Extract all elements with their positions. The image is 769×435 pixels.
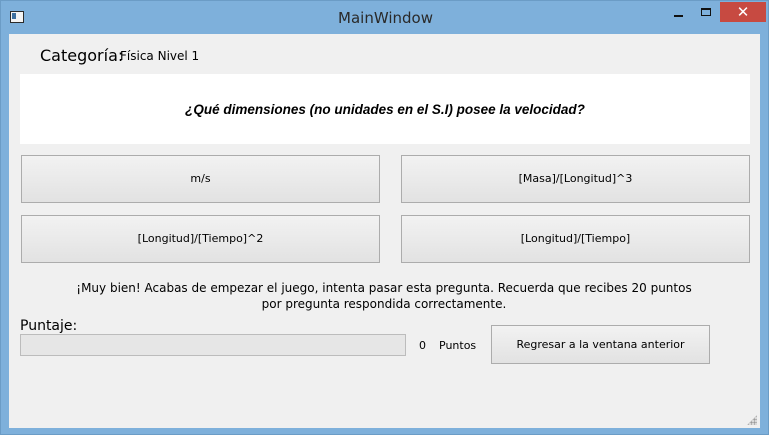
maximize-icon[interactable] [694, 2, 719, 22]
feedback-message: ¡Muy bien! Acabas de empezar el juego, i… [76, 281, 692, 311]
back-button[interactable]: Regresar a la ventana anterior [491, 325, 710, 364]
size-grip[interactable] [747, 415, 757, 425]
minimize-icon[interactable] [662, 2, 694, 22]
answer-button-4[interactable]: [Longitud]/[Tiempo] [401, 215, 750, 263]
question-text: ¿Qué dimensiones (no unidades en el S.I)… [185, 102, 585, 117]
answer-button-1[interactable]: m/s [21, 155, 380, 203]
answer-button-2[interactable]: [Masa]/[Longitud]^3 [401, 155, 750, 203]
title-bar[interactable]: MainWindow ✕ [1, 1, 768, 34]
window-title: MainWindow [338, 9, 433, 27]
close-icon[interactable]: ✕ [720, 2, 766, 22]
score-unit: Puntos [439, 339, 477, 352]
score-label: Puntaje: [20, 318, 78, 334]
client-area: Categoría: Física Nivel 1 ¿Qué dimension… [9, 34, 760, 428]
category-label: Categoría: [40, 46, 124, 65]
category-value: Física Nivel 1 [120, 49, 200, 63]
question-panel: ¿Qué dimensiones (no unidades en el S.I)… [20, 74, 750, 144]
main-window: MainWindow ✕ Categoría: Física Nivel 1 ¿… [0, 0, 769, 435]
score-value: 0 [419, 339, 426, 352]
score-progress-bar [20, 334, 406, 356]
answer-button-3[interactable]: [Longitud]/[Tiempo]^2 [21, 215, 380, 263]
